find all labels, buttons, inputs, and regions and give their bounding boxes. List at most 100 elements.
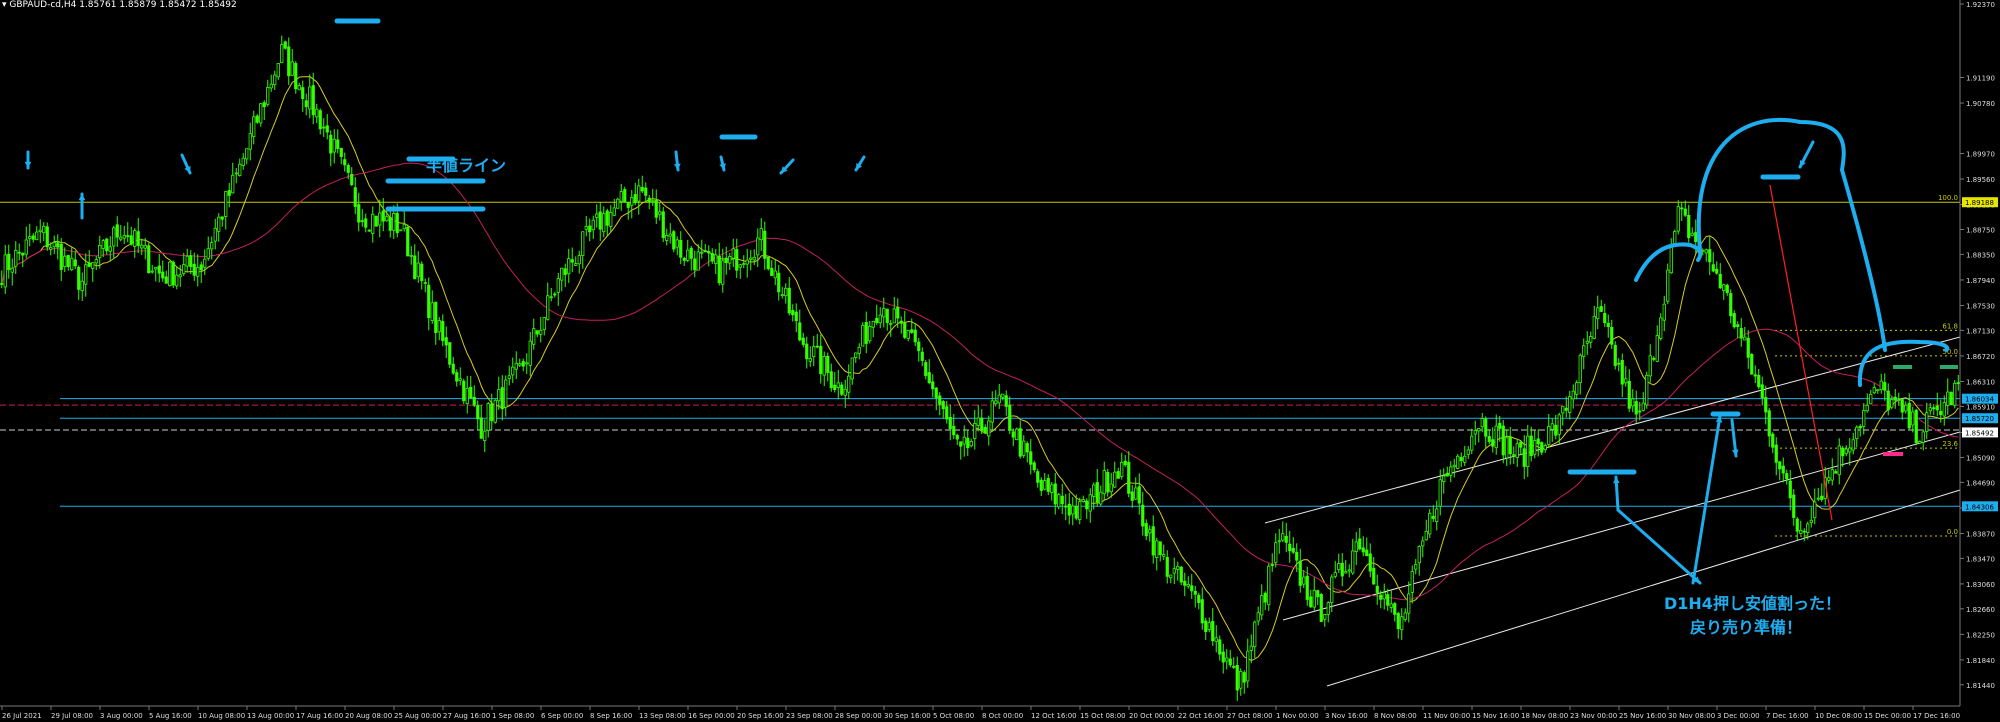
candle-119 bbox=[416, 251, 420, 283]
candle-body-304 bbox=[1064, 505, 1068, 508]
candle-515 bbox=[1802, 528, 1806, 542]
x-tick-label-38: 15 Dec 00:00 bbox=[1864, 712, 1911, 720]
candle-13 bbox=[45, 222, 49, 251]
candle-124 bbox=[434, 301, 438, 345]
candle-417 bbox=[1459, 452, 1463, 468]
down-arrow-1-head bbox=[24, 161, 32, 168]
y-tick-label-7: 1.88350 bbox=[1966, 251, 1995, 259]
candle-body-209 bbox=[731, 248, 735, 259]
candle-491 bbox=[1718, 263, 1722, 290]
candle-458 bbox=[1603, 303, 1607, 327]
candle-155 bbox=[542, 317, 546, 336]
candle-body-298 bbox=[1043, 480, 1047, 490]
candle-9 bbox=[31, 233, 35, 243]
candle-279 bbox=[976, 404, 980, 432]
chevron-down-icon[interactable]: ▾ bbox=[2, 0, 7, 10]
candle-170 bbox=[595, 204, 599, 228]
candle-body-191 bbox=[668, 233, 672, 237]
x-tick-label-30: 15 Nov 16:00 bbox=[1472, 712, 1519, 720]
candle-44 bbox=[154, 266, 158, 282]
candle-69 bbox=[241, 153, 245, 170]
candle-52 bbox=[182, 252, 186, 277]
candle-body-474 bbox=[1659, 317, 1663, 339]
candle-body-316 bbox=[1106, 471, 1110, 493]
candle-body-370 bbox=[1295, 551, 1299, 561]
candle-234 bbox=[819, 334, 823, 384]
candle-body-277 bbox=[969, 441, 973, 447]
candle-body-98 bbox=[343, 159, 347, 166]
candle-61 bbox=[213, 218, 217, 250]
candle-251 bbox=[878, 307, 882, 329]
candle-517 bbox=[1809, 507, 1813, 528]
candle-body-398 bbox=[1393, 603, 1397, 615]
candle-body-460 bbox=[1610, 327, 1614, 345]
candle-body-9 bbox=[31, 235, 35, 240]
candle-340 bbox=[1190, 574, 1194, 599]
candle-body-264 bbox=[924, 362, 928, 376]
candle-body-442 bbox=[1547, 426, 1551, 445]
candle-body-454 bbox=[1589, 336, 1593, 343]
candle-215 bbox=[752, 249, 756, 266]
candle-body-186 bbox=[651, 200, 655, 203]
x-tick-label-12: 8 Sep 16:00 bbox=[590, 712, 632, 720]
candle-body-137 bbox=[479, 417, 483, 439]
candle-336 bbox=[1176, 561, 1180, 581]
candle-174 bbox=[609, 205, 613, 233]
curve-right-shoulder bbox=[1857, 339, 1950, 387]
candle-body-46 bbox=[161, 271, 165, 279]
candle-114 bbox=[399, 229, 403, 232]
candle-68 bbox=[238, 158, 242, 177]
candle-body-448 bbox=[1568, 396, 1572, 413]
y-tick-label-23: 1.81840 bbox=[1966, 657, 1995, 665]
candle-body-87 bbox=[304, 100, 308, 108]
candle-body-153 bbox=[535, 330, 539, 335]
candle-264 bbox=[924, 359, 928, 380]
candle-452 bbox=[1582, 338, 1586, 370]
candle-body-226 bbox=[791, 310, 795, 316]
candle-body-258 bbox=[903, 322, 907, 338]
candle-218 bbox=[763, 221, 767, 270]
candle-309 bbox=[1081, 495, 1085, 503]
candle-body-54 bbox=[189, 255, 193, 268]
candle-body-231 bbox=[808, 358, 812, 362]
candle-body-135 bbox=[472, 396, 476, 406]
x-tick-label-16: 23 Sep 08:00 bbox=[786, 712, 833, 720]
candle-body-69 bbox=[241, 157, 245, 166]
candle-body-363 bbox=[1270, 564, 1274, 566]
candle-body-56 bbox=[196, 267, 200, 277]
candle-397 bbox=[1389, 590, 1393, 613]
candle-447 bbox=[1564, 396, 1568, 418]
candle-208 bbox=[728, 252, 732, 270]
candle-247 bbox=[864, 311, 868, 354]
candle-168 bbox=[588, 218, 592, 242]
candle-body-528 bbox=[1848, 447, 1852, 453]
x-tick-label-22: 15 Oct 08:00 bbox=[1080, 712, 1126, 720]
candle-358 bbox=[1253, 620, 1257, 658]
candle-body-88 bbox=[308, 86, 312, 110]
candle-body-123 bbox=[430, 302, 434, 322]
candle-body-17 bbox=[59, 243, 63, 270]
candle-146 bbox=[511, 357, 515, 383]
candle-body-57 bbox=[199, 264, 203, 271]
candle-body-27 bbox=[94, 259, 98, 264]
candle-53 bbox=[185, 248, 189, 272]
candle-169 bbox=[591, 215, 595, 240]
candle-body-417 bbox=[1459, 457, 1463, 462]
candle-body-548 bbox=[1918, 441, 1922, 444]
candle-body-113 bbox=[395, 212, 399, 234]
candle-body-552 bbox=[1932, 407, 1936, 410]
candle-body-498 bbox=[1743, 336, 1747, 341]
candle-body-201 bbox=[703, 250, 707, 253]
candle-190 bbox=[665, 228, 669, 246]
candle-398 bbox=[1393, 602, 1397, 622]
candle-15 bbox=[52, 235, 56, 255]
candle-472 bbox=[1652, 356, 1656, 362]
candle-body-492 bbox=[1722, 284, 1726, 292]
candle-446 bbox=[1561, 405, 1565, 426]
candle-25 bbox=[87, 250, 91, 268]
candle-body-110 bbox=[385, 216, 389, 222]
candle-body-287 bbox=[1004, 395, 1008, 407]
candle-body-484 bbox=[1694, 232, 1698, 242]
candle-276 bbox=[966, 429, 970, 456]
candle-79 bbox=[276, 63, 280, 80]
